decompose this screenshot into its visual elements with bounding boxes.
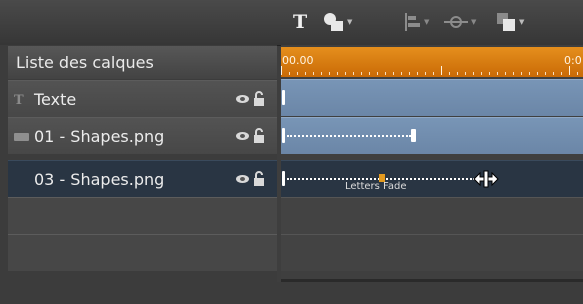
timeline-panel: 00.00 0:0 Letters Fade: [281, 45, 583, 282]
layer-list-panel: Liste des calques T Texte 01 - Shapes.pn…: [0, 45, 277, 304]
text-layer-icon: T: [14, 93, 24, 108]
text-tool-button[interactable]: T: [293, 10, 307, 34]
ruler-major-tick: [441, 66, 442, 75]
layer-row-03-shapes[interactable]: 03 - Shapes.png: [8, 160, 277, 197]
ruler-end-label: 0:0: [564, 54, 582, 67]
chevron-down-icon: ▼: [424, 18, 430, 26]
effect-label: Letters Fade: [345, 181, 407, 192]
layer-name: 03 - Shapes.png: [34, 170, 165, 189]
chevron-down-icon: ▼: [347, 18, 353, 26]
link-tool-button[interactable]: ▼: [444, 10, 476, 34]
visibility-eye-icon[interactable]: [236, 95, 249, 103]
toolbar: T ▼ ▼ ▼ ▼: [0, 0, 583, 46]
keyframe-start-marker[interactable]: [282, 171, 285, 186]
keyframe-dotted-line: [287, 135, 411, 137]
text-tool-icon: T: [293, 11, 308, 33]
panel-footer: [277, 282, 583, 304]
empty-layer-row: [8, 197, 277, 234]
layer-list-header: Liste des calques: [8, 46, 277, 79]
align-tool-button[interactable]: ▼: [405, 10, 429, 34]
align-icon: [405, 13, 420, 31]
ruler-major-tick: [281, 66, 282, 75]
chevron-down-icon: ▼: [471, 18, 477, 26]
arrange-tool-button[interactable]: ▼: [496, 10, 524, 34]
shapes-icon: [324, 13, 343, 31]
layer-name: Texte: [34, 90, 77, 109]
visibility-eye-icon[interactable]: [236, 132, 249, 140]
chevron-down-icon: ▼: [519, 18, 525, 26]
resize-cursor-icon: [473, 170, 499, 188]
arrange-icon: [497, 13, 515, 31]
empty-track: [281, 197, 583, 234]
shapes-tool-button[interactable]: ▼: [322, 10, 352, 34]
link-icon: [444, 16, 468, 28]
ruler-start-label: 00.00: [282, 54, 314, 67]
visibility-eye-icon[interactable]: [236, 175, 249, 183]
ruler-major-tick: [569, 66, 570, 75]
layer-row-01-shapes[interactable]: 01 - Shapes.png: [8, 117, 277, 154]
keyframe-start-marker[interactable]: [282, 128, 285, 143]
keyframe-end-marker[interactable]: [411, 129, 416, 142]
image-layer-icon: [14, 133, 29, 141]
empty-layer-row: [8, 234, 277, 271]
layer-name: 01 - Shapes.png: [34, 127, 165, 146]
lock-icon[interactable]: [253, 91, 265, 107]
empty-track: [281, 234, 583, 271]
track-01-shapes[interactable]: [281, 117, 583, 154]
lock-icon[interactable]: [253, 171, 265, 187]
layer-row-texte[interactable]: T Texte: [8, 80, 277, 117]
ruler-ticks: [281, 72, 583, 75]
time-ruler[interactable]: 00.00 0:0: [281, 47, 583, 77]
track-texte[interactable]: [281, 79, 583, 116]
track-03-shapes[interactable]: Letters Fade: [281, 160, 583, 197]
keyframe-start-marker[interactable]: [282, 90, 285, 105]
lock-icon[interactable]: [253, 128, 265, 144]
